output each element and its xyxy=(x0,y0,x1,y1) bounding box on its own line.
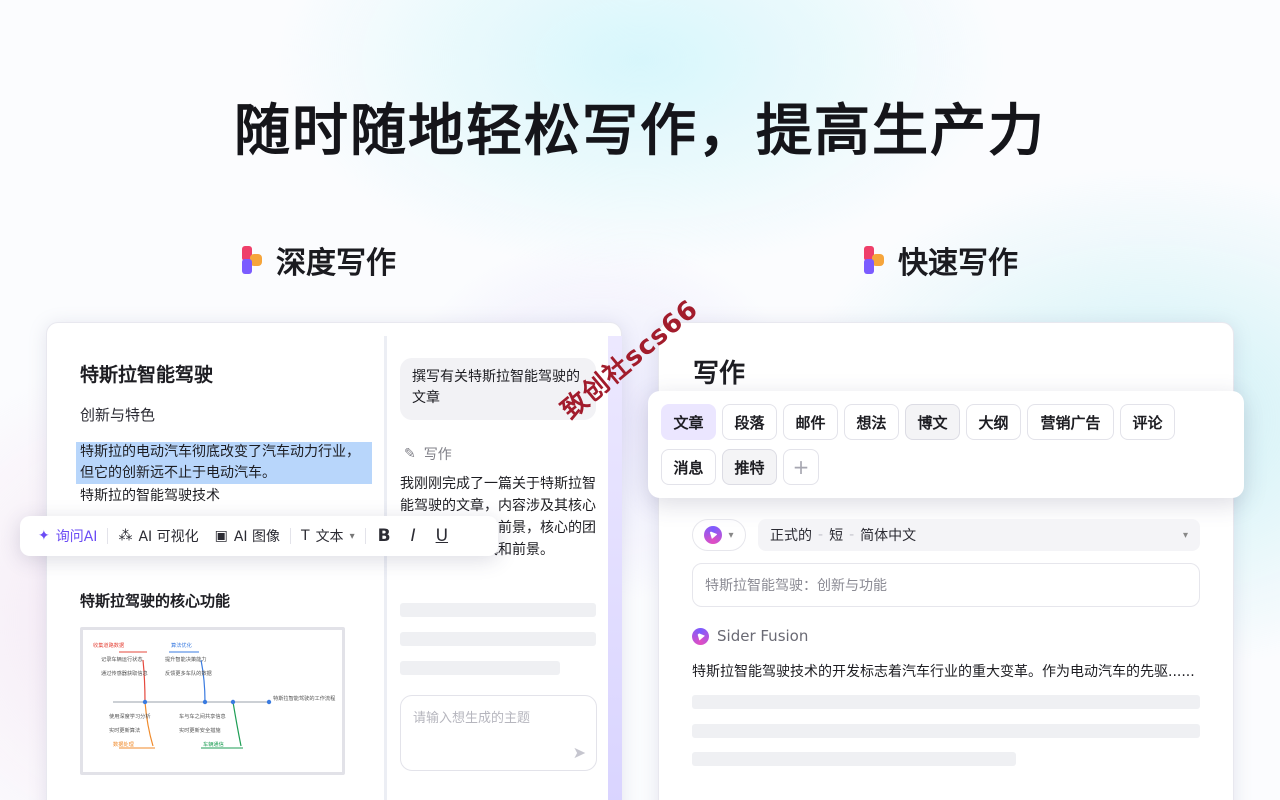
write-label: ✎ 写作 xyxy=(404,444,452,464)
ai-visualize-label: AI 可视化 xyxy=(138,529,199,545)
topic-field[interactable]: 特斯拉智能驾驶：创新与功能 xyxy=(692,563,1200,607)
ask-ai-label: 询问AI xyxy=(55,529,98,545)
loading-skeleton xyxy=(400,632,596,646)
panel-title: 写作 xyxy=(693,359,746,389)
option-separator: - xyxy=(849,527,855,543)
tone-value: 正式的 xyxy=(770,528,812,544)
toolbar-divider xyxy=(290,528,291,544)
topic-input[interactable]: 请输入想生成的主题 ➤ xyxy=(400,695,597,771)
doc-title[interactable]: 特斯拉智能驾驶 xyxy=(80,360,213,387)
language-value: 简体中文 xyxy=(860,528,917,544)
mindmap-leaf: 实时更新算法 xyxy=(109,726,140,734)
loading-skeleton xyxy=(400,603,596,617)
toolbar-divider xyxy=(364,528,366,544)
sider-fusion-icon xyxy=(704,526,723,544)
loading-skeleton xyxy=(692,752,1016,766)
mindmap-branch-label: 车辆通信 xyxy=(203,740,224,748)
option-separator: - xyxy=(818,527,824,543)
ai-image-button[interactable]: ▣ AI 图像 xyxy=(207,521,288,551)
graph-icon: ⁂ xyxy=(118,528,133,544)
underline-button[interactable]: U xyxy=(426,521,458,551)
loading-skeleton xyxy=(692,724,1200,738)
doc-paragraph[interactable]: 特斯拉的智能驾驶技术 xyxy=(80,486,220,507)
mindmap-leaf: 记录车辆运行状态 xyxy=(101,655,143,663)
model-selector[interactable]: ▾ xyxy=(692,519,746,551)
generated-output: 特斯拉智能驾驶技术的开发标志着汽车行业的重大变革。作为电动汽车的先驱...... xyxy=(692,664,1195,680)
mindmap-leaf: 提升智能决策能力 xyxy=(165,655,207,663)
section-title-deep: 深度写作 xyxy=(242,238,396,282)
tag-paragraph[interactable]: 段落 xyxy=(722,404,777,440)
mindmap-center: 特斯拉智能驾驶的工作流程 xyxy=(273,694,335,702)
add-tag-button[interactable]: + xyxy=(783,449,819,485)
text-style-label: 文本 xyxy=(315,529,344,545)
mindmap-branch-label: 算法优化 xyxy=(171,641,192,649)
sider-logo-icon xyxy=(242,246,262,274)
tag-marketing[interactable]: 营销广告 xyxy=(1027,404,1114,440)
mindmap-leaf: 反馈更多车队的数据 xyxy=(165,669,212,677)
format-tag-bar: 文章 段落 邮件 想法 博文 大纲 营销广告 评论 消息 推特 + xyxy=(648,391,1244,498)
pen-icon: ✎ xyxy=(404,446,416,462)
page-headline: 随时随地轻松写作，提高生产力 xyxy=(234,99,1046,164)
text-style-dropdown[interactable]: T 文本 ▾ xyxy=(293,521,363,551)
text-icon: T xyxy=(301,528,310,544)
mindmap-branch-label: 收集道路数据 xyxy=(93,641,124,649)
doc-selected-paragraph[interactable]: 特斯拉的电动汽车彻底改变了汽车动力行业，但它的创新远不止于电动汽车。 xyxy=(80,442,370,484)
toolbar-divider xyxy=(107,528,109,544)
tag-article[interactable]: 文章 xyxy=(661,404,716,440)
doc-subtitle[interactable]: 创新与特色 xyxy=(80,404,155,425)
tag-blog[interactable]: 博文 xyxy=(905,404,960,440)
topic-input-placeholder: 请输入想生成的主题 xyxy=(413,711,531,726)
ask-ai-button[interactable]: ✦ 询问AI xyxy=(30,521,105,551)
write-label-text: 写作 xyxy=(423,447,452,463)
sider-logo-icon xyxy=(864,246,884,274)
topic-field-value: 特斯拉智能驾驶：创新与功能 xyxy=(705,578,887,594)
tag-outline[interactable]: 大纲 xyxy=(966,404,1021,440)
ai-visualize-button[interactable]: ⁂ AI 可视化 xyxy=(110,521,206,551)
selection-toolbar: ✦ 询问AI ⁂ AI 可视化 ▣ AI 图像 T 文本 ▾ B I U xyxy=(20,516,498,556)
mindmap-leaf: 通过传感器获取信息 xyxy=(101,669,148,677)
tag-comment[interactable]: 评论 xyxy=(1120,404,1175,440)
sparkle-icon: ✦ xyxy=(38,528,50,544)
mindmap-image[interactable]: 收集道路数据 记录车辆运行状态 通过传感器获取信息 算法优化 提升智能决策能力 … xyxy=(80,627,345,775)
chevron-down-icon: ▾ xyxy=(349,530,355,542)
mindmap-leaf: 使用深度学习分析 xyxy=(109,712,151,720)
image-icon: ▣ xyxy=(214,528,228,544)
mindmap-leaf: 车与车之间共享信息 xyxy=(179,712,226,720)
section-title-quick: 快速写作 xyxy=(864,238,1018,282)
doc-heading-2[interactable]: 特斯拉驾驶的核心功能 xyxy=(80,590,230,611)
mindmap-diagram: 收集道路数据 记录车辆运行状态 通过传感器获取信息 算法优化 提升智能决策能力 … xyxy=(93,641,335,749)
italic-button[interactable]: I xyxy=(401,521,426,551)
bold-button[interactable]: B xyxy=(368,521,401,551)
loading-skeleton xyxy=(400,661,560,675)
tag-tweet[interactable]: 推特 xyxy=(722,449,777,485)
chevron-down-icon: ▾ xyxy=(1182,529,1188,541)
length-value: 短 xyxy=(829,528,844,544)
section-title-deep-label: 深度写作 xyxy=(276,246,396,281)
writing-options-select[interactable]: 正式的 - 短 - 简体中文 ▾ xyxy=(758,519,1200,551)
model-name: Sider Fusion xyxy=(717,627,809,645)
send-icon[interactable]: ➤ xyxy=(573,743,586,762)
ai-image-label: AI 图像 xyxy=(233,529,280,545)
mindmap-leaf: 实时更新安全措施 xyxy=(179,726,221,734)
pane-divider[interactable] xyxy=(384,336,387,800)
loading-skeleton xyxy=(692,695,1200,709)
chevron-down-icon: ▾ xyxy=(728,529,734,541)
sider-fusion-icon xyxy=(692,627,709,645)
chat-scrollbar[interactable] xyxy=(608,336,622,800)
model-label: Sider Fusion xyxy=(692,627,808,645)
tag-email[interactable]: 邮件 xyxy=(783,404,838,440)
section-title-quick-label: 快速写作 xyxy=(898,246,1018,281)
tag-message[interactable]: 消息 xyxy=(661,449,716,485)
mindmap-branch-label: 数据处理 xyxy=(113,740,135,748)
tag-idea[interactable]: 想法 xyxy=(844,404,899,440)
